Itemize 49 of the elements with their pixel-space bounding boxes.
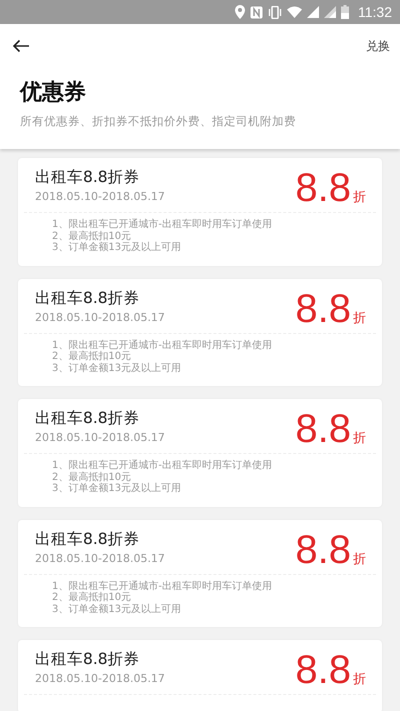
coupon-dates: 2018.05.10-2018.05.17 <box>35 431 165 444</box>
discount-unit: 折 <box>353 550 366 568</box>
discount-value: 8.8 <box>295 168 351 208</box>
coupon-card[interactable]: 出租车8.8折券 2018.05.10-2018.05.17 8.8 折 1、限出租车已开通城市-出租车即时用车订单使用 2、最高抵扣10元 3、订单金额13元及以上可用 <box>18 158 382 266</box>
coupon-rule: 2、最高抵扣10元 <box>52 592 132 604</box>
coupon-dates: 2018.05.10-2018.05.17 <box>35 552 165 564</box>
coupon-rule: 1、限出租车已开通城市-出租车即时用车订单使用 <box>52 219 273 230</box>
coupon-rule: 3、订单金额13元及以上可用 <box>52 362 182 374</box>
coupon-rule: 1、限出租车已开通城市-出租车即时用车订单使用 <box>52 340 273 350</box>
battery-icon <box>341 5 349 19</box>
coupon-title: 出租车8.8折券 <box>35 528 141 550</box>
coupon-card[interactable]: 出租车8.8折券 2018.05.10-2018.05.17 8.8 折 <box>18 640 382 711</box>
coupon-rule: 2、最高抵扣10元 <box>52 230 132 242</box>
coupon-rule: 1、限出租车已开通城市-出租车即时用车订单使用 <box>52 580 273 592</box>
page-title: 优惠券 <box>18 79 87 107</box>
discount-value: 8.8 <box>295 288 351 328</box>
redeem-link[interactable]: 兑换 <box>366 38 390 54</box>
coupon-title: 出租车8.8折券 <box>35 649 141 670</box>
coupon-card[interactable]: 出租车8.8折券 2018.05.10-2018.05.17 8.8 折 1、限出租车已开通城市-出租车即时用车订单使用 2、最高抵扣10元 3、订单金额13元及以上可用 <box>18 399 382 506</box>
coupon-card[interactable]: 出租车8.8折券 2018.05.10-2018.05.17 8.8 折 1、限出租车已开通城市-出租车即时用车订单使用 2、最高抵扣10元 3、订单金额13元及以上可用 <box>18 278 382 386</box>
status-time: 11:32 <box>358 4 392 20</box>
coupon-rule: 3、订单金额13元及以上可用 <box>52 242 182 254</box>
discount-unit: 折 <box>353 430 366 447</box>
discount-value: 8.8 <box>295 650 351 690</box>
coupon-title: 出租车8.8折券 <box>35 408 141 429</box>
discount-value: 8.8 <box>295 530 351 570</box>
nfc-icon <box>250 6 263 18</box>
coupon-title: 出租车8.8折券 <box>35 288 141 308</box>
coupon-rule: 3、订单金额13元及以上可用 <box>52 483 182 494</box>
coupon-rule: 3、订单金额13元及以上可用 <box>52 604 182 615</box>
discount-unit: 折 <box>353 310 366 326</box>
signal-icon <box>307 6 319 18</box>
coupon-rule: 2、最高抵扣10元 <box>52 351 132 362</box>
back-button[interactable] <box>12 39 30 53</box>
location-icon <box>235 5 245 19</box>
discount-value: 8.8 <box>295 409 351 449</box>
wifi-icon <box>287 6 302 18</box>
coupon-card[interactable]: 出租车8.8折券 2018.05.10-2018.05.17 8.8 折 1、限出租车已开通城市-出租车即时用车订单使用 2、最高抵扣10元 3、订单金额13元及以上可用 <box>18 520 382 627</box>
discount-unit: 折 <box>353 671 366 688</box>
coupon-rule: 2、最高抵扣10元 <box>52 472 132 482</box>
discount-unit: 折 <box>353 189 366 206</box>
vibrate-icon <box>268 6 282 18</box>
coupon-dates: 2018.05.10-2018.05.17 <box>35 310 165 324</box>
coupon-dates: 2018.05.10-2018.05.17 <box>35 190 165 203</box>
page-subtitle: 所有优惠券、折扣券不抵扣价外费、指定司机附加费 <box>19 113 297 130</box>
coupon-title: 出租车8.8折券 <box>35 167 141 188</box>
signal-icon <box>324 6 336 18</box>
coupon-dates: 2018.05.10-2018.05.17 <box>35 672 165 685</box>
coupon-rule: 1、限出租车已开通城市-出租车即时用车订单使用 <box>52 460 273 472</box>
